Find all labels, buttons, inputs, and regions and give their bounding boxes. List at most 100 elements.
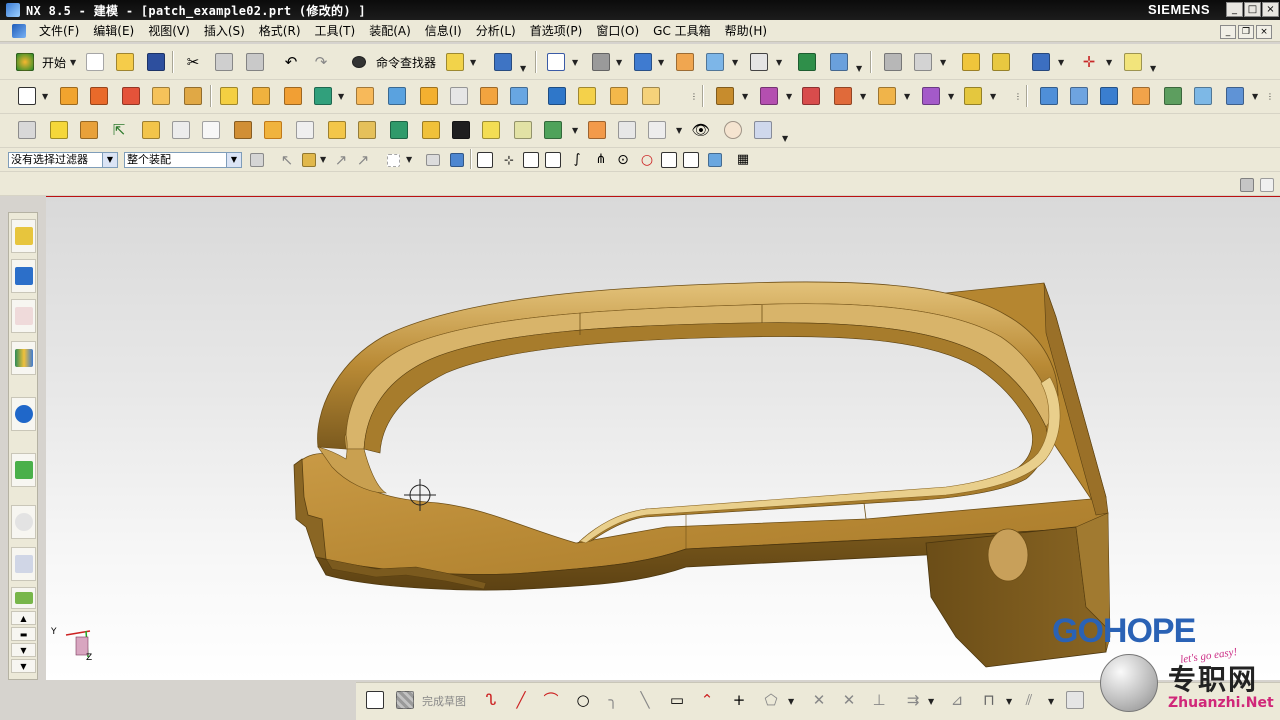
chevron-down-icon[interactable]: ▼: [1058, 58, 1064, 67]
snap-intersection-icon[interactable]: ⋔: [590, 149, 612, 171]
snap-tangent-icon[interactable]: [542, 149, 564, 171]
resize-blend-icon[interactable]: [876, 85, 898, 107]
menu-view[interactable]: 视图(V): [141, 22, 197, 39]
polygon-icon[interactable]: ⌃: [696, 689, 718, 711]
scroll-down-icon[interactable]: ▼: [11, 643, 36, 657]
pattern-icon[interactable]: [282, 85, 304, 107]
maximize-button[interactable]: □: [1244, 2, 1261, 17]
replace-face-icon[interactable]: [832, 85, 854, 107]
command-finder-label[interactable]: 命令查找器: [376, 54, 436, 71]
select-pointer-icon[interactable]: ↖: [276, 149, 298, 171]
menu-tools[interactable]: 工具(T): [308, 22, 363, 39]
draft-icon[interactable]: [576, 85, 598, 107]
select-components-icon[interactable]: ↗: [352, 149, 374, 171]
snap-point-on-curve-icon[interactable]: [658, 149, 680, 171]
menu-analysis[interactable]: 分析(L): [469, 22, 523, 39]
profile-icon[interactable]: ᔐ: [480, 689, 502, 711]
selection-icon[interactable]: [444, 51, 466, 73]
instance-geometry-icon[interactable]: [78, 119, 100, 141]
cut-icon[interactable]: ✂: [182, 51, 204, 73]
fullscreen-icon[interactable]: [1236, 174, 1258, 196]
window-layout-icon[interactable]: [646, 119, 668, 141]
through-curve-mesh-icon[interactable]: [1068, 85, 1090, 107]
more-icon[interactable]: ⋮: [1014, 92, 1022, 101]
doc-close-button[interactable]: ×: [1256, 25, 1272, 39]
arc-icon[interactable]: ⌒: [540, 689, 562, 711]
trim-sheet-icon[interactable]: [1224, 85, 1246, 107]
face-blend-icon[interactable]: [608, 85, 630, 107]
offset-curve-icon[interactable]: ⇉: [902, 689, 924, 711]
chevron-down-icon[interactable]: ▼: [1150, 64, 1156, 73]
wcs-icon[interactable]: [828, 51, 850, 73]
chevron-down-icon[interactable]: ▼: [1048, 697, 1054, 706]
offset-face-icon[interactable]: [546, 85, 568, 107]
datum-plane-icon[interactable]: [218, 85, 240, 107]
snap-enable-icon[interactable]: [474, 149, 496, 171]
chevron-down-icon[interactable]: ▼: [786, 92, 792, 101]
bridge-surface-icon[interactable]: [1192, 85, 1214, 107]
binoculars-icon[interactable]: [348, 51, 370, 73]
report-icon[interactable]: [752, 119, 774, 141]
undo-icon[interactable]: ↶: [280, 51, 302, 73]
snap-quadrant-icon[interactable]: ○: [636, 149, 658, 171]
part-properties-icon[interactable]: [16, 119, 38, 141]
show-hide-icon[interactable]: [990, 51, 1012, 73]
chevron-down-icon[interactable]: ▼: [856, 64, 862, 73]
menu-insert[interactable]: 插入(S): [197, 22, 252, 39]
chevron-down-icon[interactable]: ▼: [470, 58, 476, 67]
n-sided-surface-icon[interactable]: [1130, 85, 1152, 107]
chevron-down-icon[interactable]: ▼: [928, 697, 934, 706]
surface-table-icon[interactable]: [294, 119, 316, 141]
chamfer-icon[interactable]: [478, 85, 500, 107]
type-filter-select[interactable]: 没有选择过滤器 ▼: [8, 152, 118, 168]
snap-point-icon[interactable]: [960, 51, 982, 73]
snap-endpoint-icon[interactable]: ⊹: [498, 149, 520, 171]
quick-extend-icon[interactable]: ✕: [838, 689, 860, 711]
mirror-curve-icon[interactable]: ⊿: [946, 689, 968, 711]
block-icon[interactable]: [140, 119, 162, 141]
law-extension-icon[interactable]: [420, 119, 442, 141]
split-body-icon[interactable]: [386, 85, 408, 107]
info-wifi-icon[interactable]: [11, 397, 36, 431]
doc-restore-button[interactable]: ❐: [1238, 25, 1254, 39]
chevron-down-icon[interactable]: ▼: [782, 134, 788, 143]
edit-section-icon[interactable]: [674, 51, 696, 73]
make-corner-icon[interactable]: ⊥: [868, 689, 890, 711]
chevron-down-icon[interactable]: ▼: [226, 153, 241, 167]
finish-sketch-label[interactable]: 完成草图: [422, 693, 466, 709]
close-button[interactable]: ×: [1262, 2, 1279, 17]
menu-preferences[interactable]: 首选项(P): [523, 22, 590, 39]
fit-view-icon[interactable]: [545, 51, 567, 73]
roles-icon[interactable]: [11, 587, 36, 609]
chevron-down-icon[interactable]: ▼: [572, 58, 578, 67]
selection-scope-select[interactable]: 整个装配 ▼: [124, 152, 242, 168]
refresh-icon[interactable]: [722, 119, 744, 141]
feature-group-icon[interactable]: [48, 119, 70, 141]
scroll-mid-icon[interactable]: ▬: [11, 627, 36, 641]
inferred-constraints-icon[interactable]: [1064, 689, 1086, 711]
chevron-down-icon[interactable]: ▼: [776, 58, 782, 67]
tools-icon[interactable]: [232, 119, 254, 141]
snap-arc-icon[interactable]: ∫: [566, 149, 588, 171]
hole-icon[interactable]: [120, 85, 142, 107]
reuse-library-icon[interactable]: [11, 341, 36, 375]
patch-body-icon[interactable]: [388, 119, 410, 141]
background-icon[interactable]: [748, 51, 770, 73]
render-style-icon[interactable]: [590, 51, 612, 73]
revolve-icon[interactable]: [88, 85, 110, 107]
fillet-icon[interactable]: ╮: [602, 689, 624, 711]
point-icon[interactable]: [1030, 51, 1052, 73]
new-file-icon[interactable]: [84, 51, 106, 73]
menu-help[interactable]: 帮助(H): [718, 22, 774, 39]
snap-bounded-grid-icon[interactable]: [704, 149, 726, 171]
chevron-down-icon[interactable]: ▼: [1106, 58, 1112, 67]
chevron-down-icon[interactable]: ▼: [904, 92, 910, 101]
document-icon[interactable]: [12, 23, 26, 38]
show-hidden-icon[interactable]: [422, 149, 444, 171]
menu-format[interactable]: 格式(R): [252, 22, 308, 39]
part-navigator-icon[interactable]: [492, 51, 514, 73]
scroll-up-icon[interactable]: ▲: [11, 611, 36, 625]
make-coplanar-icon[interactable]: [920, 85, 942, 107]
move-component-icon[interactable]: [796, 51, 818, 73]
variable-offset-icon[interactable]: [356, 119, 378, 141]
